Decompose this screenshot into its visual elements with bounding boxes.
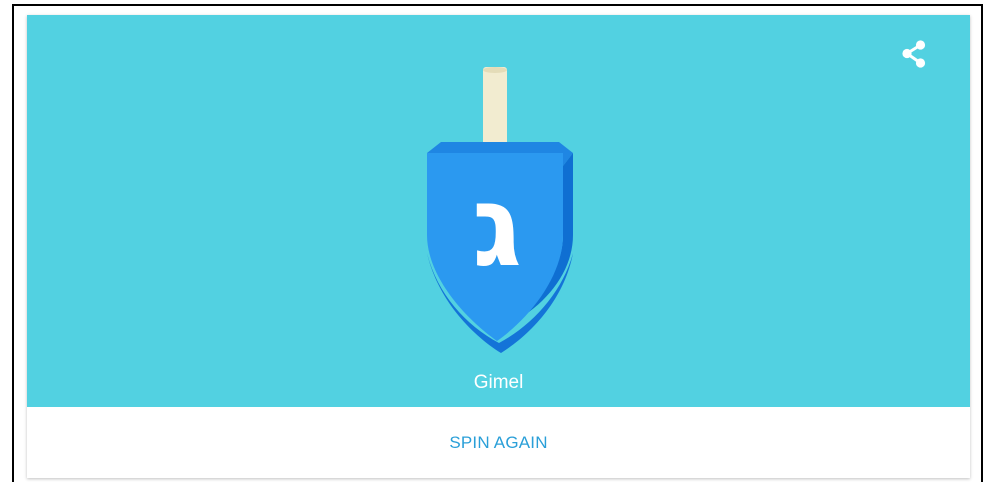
spin-again-button[interactable]: SPIN AGAIN (27, 407, 970, 478)
share-button[interactable] (898, 38, 930, 70)
dreidel[interactable]: ג (413, 67, 587, 355)
share-icon (902, 40, 926, 68)
result-label: Gimel (473, 372, 524, 393)
dreidel-handle-cap (483, 67, 507, 73)
dreidel-stage: ג Gimel (27, 15, 970, 407)
action-bar: SPIN AGAIN (27, 407, 970, 478)
dreidel-card: ג Gimel SPIN AGAIN (27, 15, 970, 478)
dreidel-letter: ג (472, 162, 522, 292)
dreidel-handle (483, 67, 507, 155)
